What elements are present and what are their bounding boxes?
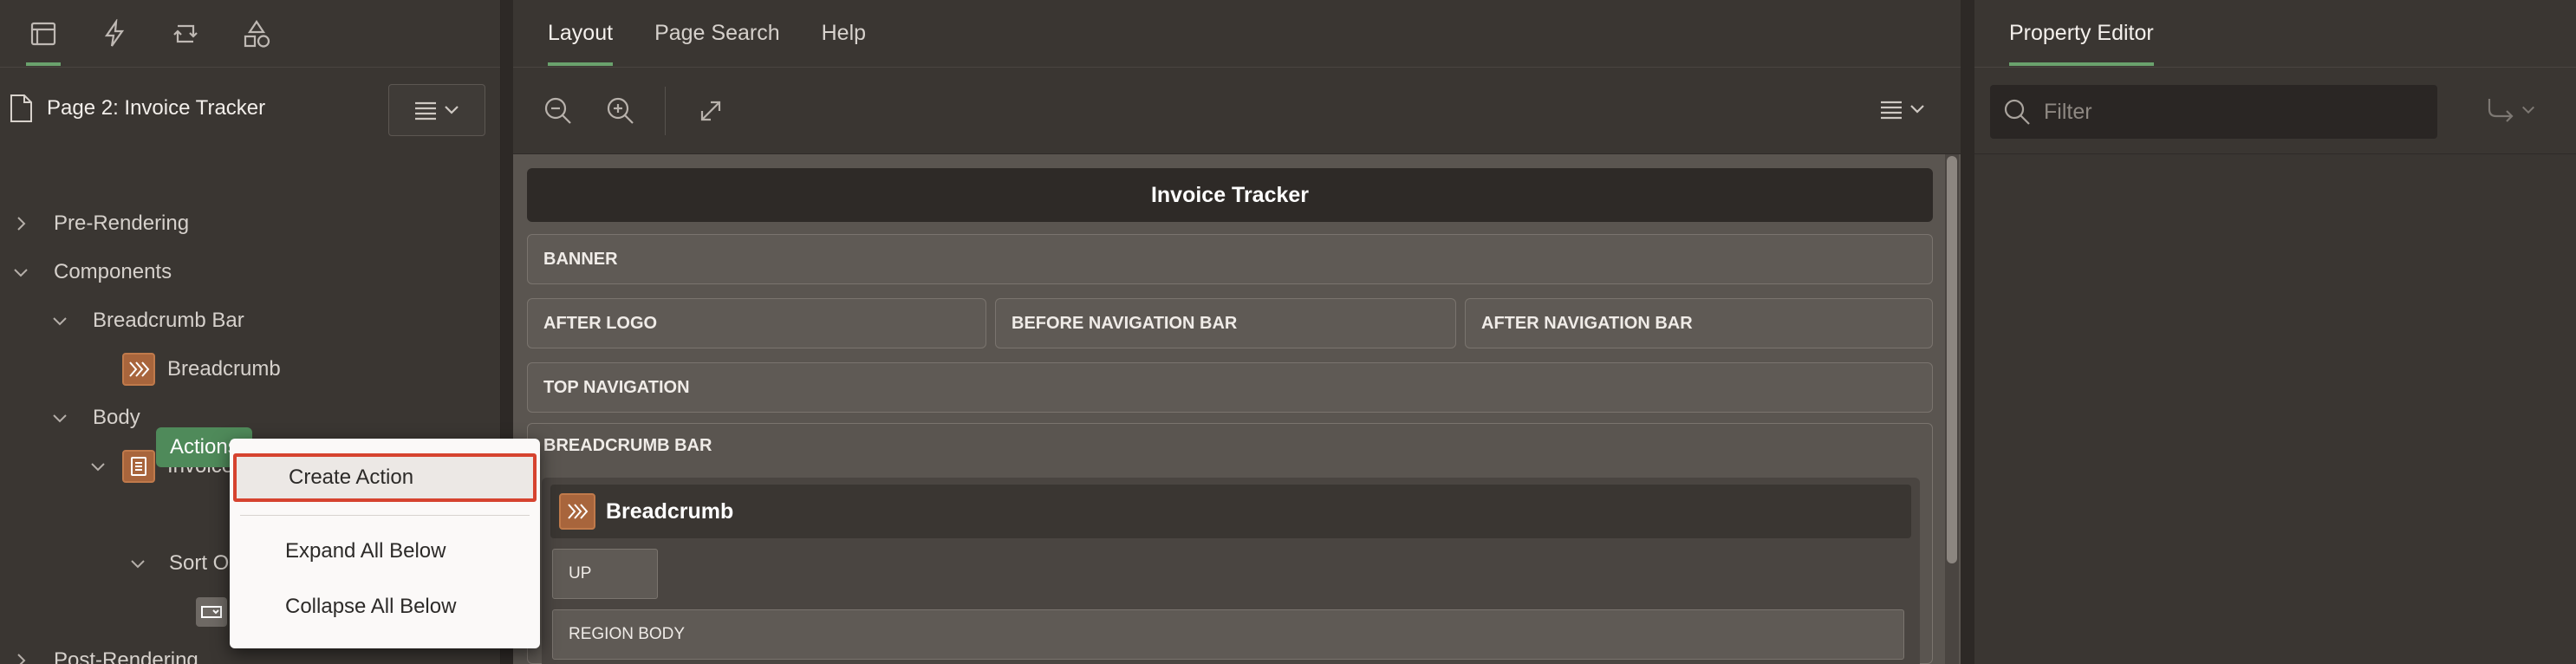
page-header-region[interactable]: Invoice Tracker bbox=[527, 168, 1933, 222]
search-icon bbox=[2004, 99, 2030, 125]
toolbar-divider bbox=[665, 87, 666, 135]
layout-toolbar bbox=[513, 68, 1961, 154]
zoom-in-icon bbox=[607, 97, 634, 124]
region-breadcrumb-bar[interactable]: BREADCRUMB BAR Breadcrumb UP REGION BODY bbox=[527, 423, 1933, 664]
menu-icon bbox=[415, 101, 436, 120]
tree-label: Components bbox=[54, 260, 172, 283]
context-menu: Create Action Expand All Below Collapse … bbox=[230, 439, 540, 648]
menu-icon bbox=[1881, 101, 1902, 120]
tree-node-pre-rendering[interactable]: Pre-Rendering bbox=[12, 199, 189, 248]
chevron-down-icon bbox=[445, 106, 459, 114]
zoom-in-button[interactable] bbox=[603, 94, 638, 128]
tab-layout[interactable]: Layout bbox=[548, 0, 614, 68]
tree-label: Breadcrumb Bar bbox=[93, 309, 244, 332]
tree-node-body[interactable]: Body bbox=[51, 394, 140, 442]
chevron-down-icon bbox=[1910, 105, 1924, 114]
region-top-navigation[interactable]: TOP NAVIGATION bbox=[527, 362, 1933, 413]
breadcrumb-component[interactable]: Breadcrumb UP REGION BODY bbox=[542, 478, 1920, 664]
menu-divider bbox=[240, 515, 530, 516]
expand-icon bbox=[700, 101, 721, 121]
region-after-logo[interactable]: AFTER LOGO bbox=[527, 298, 986, 348]
tab-rendering[interactable] bbox=[26, 0, 61, 68]
page-icon bbox=[10, 94, 32, 122]
menu-item-expand-all-below[interactable]: Expand All Below bbox=[230, 527, 540, 576]
page-title: Page 2: Invoice Tracker bbox=[47, 96, 266, 120]
zoom-out-icon bbox=[544, 97, 571, 124]
breadcrumb-region-icon bbox=[122, 353, 155, 386]
tab-dynamic-actions[interactable] bbox=[97, 0, 132, 68]
tree-label: Pre-Rendering bbox=[54, 212, 190, 235]
shapes-icon bbox=[244, 19, 270, 48]
chevron-down-icon[interactable] bbox=[89, 458, 107, 475]
layout-menu-button[interactable] bbox=[1879, 99, 1926, 120]
breadcrumb-region-icon bbox=[559, 493, 595, 530]
region-up[interactable]: UP bbox=[552, 549, 658, 599]
tab-help[interactable]: Help bbox=[822, 0, 866, 68]
tree-node-breadcrumb[interactable]: Breadcrumb bbox=[122, 345, 281, 394]
filter-field[interactable] bbox=[1990, 85, 2437, 139]
goto-group-button[interactable] bbox=[2486, 97, 2536, 123]
right-splitter[interactable] bbox=[1961, 0, 1974, 664]
tab-shared-components[interactable] bbox=[239, 0, 274, 68]
menu-item-collapse-all-below[interactable]: Collapse All Below bbox=[230, 583, 540, 631]
page-node[interactable]: Page 2: Invoice Tracker bbox=[7, 87, 265, 130]
breadcrumb-title: Breadcrumb bbox=[606, 498, 734, 524]
right-panel: Property Editor bbox=[1974, 0, 2576, 664]
return-arrow-icon bbox=[2488, 99, 2514, 122]
chevron-right-icon[interactable] bbox=[12, 652, 29, 664]
tree-node-sort-order[interactable]: Sort O bbox=[129, 539, 229, 588]
expand-button[interactable] bbox=[693, 94, 728, 128]
breadcrumb-header[interactable]: Breadcrumb bbox=[550, 485, 1911, 538]
tree-node-components[interactable]: Components bbox=[12, 248, 172, 296]
tree-menu-button[interactable] bbox=[388, 84, 485, 136]
region-before-navigation-bar[interactable]: BEFORE NAVIGATION BAR bbox=[995, 298, 1456, 348]
menu-item-create-action[interactable]: Create Action bbox=[233, 453, 537, 502]
filter-input[interactable] bbox=[2044, 99, 2425, 125]
processing-icon bbox=[173, 24, 198, 42]
tree-node-breadcrumb-bar[interactable]: Breadcrumb Bar bbox=[51, 296, 244, 345]
zoom-out-button[interactable] bbox=[541, 94, 576, 128]
chevron-down-icon bbox=[2521, 106, 2535, 114]
chevron-down-icon[interactable] bbox=[12, 264, 29, 281]
select-list-icon bbox=[196, 597, 227, 627]
tree-label: Post-Rendering bbox=[54, 648, 198, 664]
right-tab-bar: Property Editor bbox=[1974, 0, 2576, 68]
tree-node-post-rendering[interactable]: Post-Rendering bbox=[12, 636, 198, 664]
tree-label: Sort O bbox=[169, 551, 230, 575]
tree-label: Breadcrumb bbox=[167, 357, 281, 381]
chevron-down-icon[interactable] bbox=[129, 555, 146, 572]
rendering-icon bbox=[30, 22, 56, 45]
chevron-down-icon[interactable] bbox=[51, 312, 68, 329]
region-after-navigation-bar[interactable]: AFTER NAVIGATION BAR bbox=[1465, 298, 1933, 348]
tree-label: Body bbox=[93, 406, 140, 429]
property-toolbar bbox=[1974, 68, 2576, 154]
chevron-right-icon[interactable] bbox=[12, 215, 29, 232]
lightning-icon bbox=[104, 18, 125, 47]
tab-processing[interactable] bbox=[168, 0, 203, 68]
center-tab-bar: Layout Page Search Help bbox=[513, 0, 1961, 68]
region-label: BREADCRUMB BAR bbox=[543, 436, 712, 455]
layout-scrollbar-thumb[interactable] bbox=[1947, 156, 1957, 563]
tab-property-editor[interactable]: Property Editor bbox=[2009, 0, 2154, 68]
chevron-down-icon[interactable] bbox=[51, 409, 68, 426]
tab-page-search[interactable]: Page Search bbox=[654, 0, 780, 68]
report-region-icon bbox=[122, 450, 155, 483]
center-panel: Layout Page Search Help Invoice Tracker bbox=[513, 0, 1961, 664]
region-body[interactable]: REGION BODY bbox=[552, 609, 1904, 660]
app-builder: Page 2: Invoice Tracker Pre-Rendering Co… bbox=[0, 0, 2576, 664]
left-tab-bar bbox=[0, 0, 500, 68]
region-banner[interactable]: BANNER bbox=[527, 234, 1933, 284]
